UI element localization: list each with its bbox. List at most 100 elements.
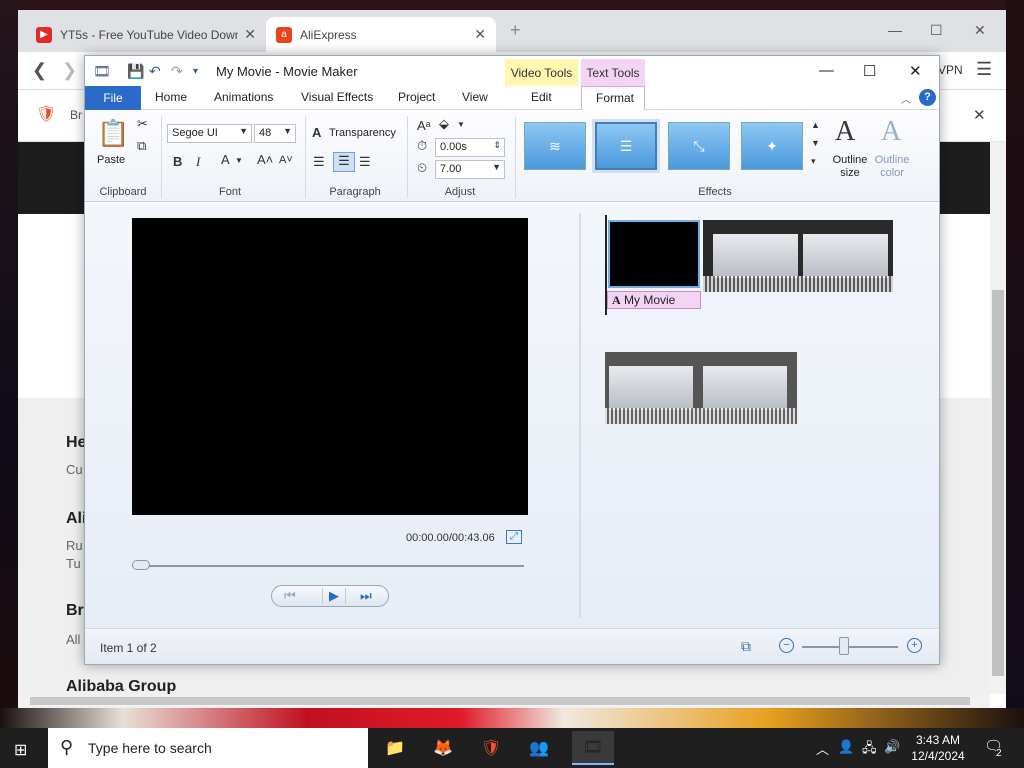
tab-home[interactable]: Home <box>155 90 187 104</box>
video-clip[interactable] <box>605 352 797 424</box>
font-size-select[interactable]: 48 ▼ <box>254 124 296 143</box>
maximize-icon[interactable]: ☐ <box>863 62 876 80</box>
help-icon[interactable]: ? <box>919 89 936 106</box>
spinner-icon[interactable]: ⇕ <box>493 140 501 151</box>
firefox-icon[interactable]: 🦊 <box>428 734 458 762</box>
collapse-ribbon-icon[interactable]: ︿ <box>901 91 911 106</box>
maximize-icon[interactable]: ☐ <box>930 22 943 39</box>
footer-text[interactable]: Cu <box>66 462 83 477</box>
zoom-in-icon[interactable]: + <box>907 638 922 653</box>
user-status-icon[interactable]: 👤 <box>838 739 854 755</box>
zoom-out-icon[interactable]: − <box>779 638 794 653</box>
pane-divider[interactable] <box>579 213 581 618</box>
minimize-icon[interactable]: — <box>888 22 902 38</box>
font-color-button[interactable]: A <box>221 152 230 167</box>
vpn-label[interactable]: VPN <box>938 63 963 77</box>
copy-icon[interactable]: ⧉ <box>137 138 146 154</box>
background-color-icon[interactable]: ⬙ <box>439 116 449 132</box>
close-icon[interactable]: ✕ <box>474 26 486 43</box>
new-tab-icon[interactable]: + <box>510 20 521 41</box>
tab-edit[interactable]: Edit <box>531 90 552 104</box>
previous-frame-icon[interactable]: ⏮ <box>284 588 296 604</box>
network-icon[interactable]: 🖧 <box>862 739 877 761</box>
video-clip[interactable] <box>703 220 893 292</box>
zoom-thumb[interactable] <box>839 637 849 655</box>
zoom-slider[interactable] <box>802 646 898 648</box>
chevron-down-icon[interactable]: ▼ <box>235 156 243 165</box>
tab-visual-effects[interactable]: Visual Effects <box>301 90 373 104</box>
seek-thumb[interactable] <box>132 560 150 570</box>
align-center-icon[interactable]: ☰ <box>333 152 355 172</box>
scroll-up-icon[interactable]: ▲ <box>811 120 820 130</box>
start-time-input[interactable]: 0.00s ⇕ <box>435 138 505 157</box>
movie-maker-taskbar-icon[interactable]: 🎞 <box>572 731 614 765</box>
clock[interactable]: 3:43 AM 12/4/2024 <box>908 732 968 764</box>
footer-text[interactable]: Ru <box>66 538 83 553</box>
effect-thumbnail-0[interactable]: ≋ <box>524 122 586 170</box>
outline-color-icon[interactable]: A <box>881 116 901 148</box>
align-right-icon[interactable]: ☰ <box>359 154 371 170</box>
vertical-scrollbar[interactable] <box>990 142 1006 694</box>
file-explorer-icon[interactable]: 📁 <box>380 734 410 762</box>
grow-font-icon[interactable]: A˄ <box>257 152 273 167</box>
menu-icon[interactable]: ☰ <box>976 59 992 80</box>
transparency-button[interactable]: Transparency <box>329 127 396 139</box>
close-icon[interactable]: ✕ <box>244 26 256 43</box>
scroll-down-icon[interactable]: ▼ <box>811 138 820 148</box>
customize-toolbar-icon[interactable]: ▾ <box>193 66 198 77</box>
browser-tab-aliexpress[interactable]: a AliExpress ✕ <box>266 17 496 52</box>
caption-bar[interactable]: A My Movie <box>607 291 701 309</box>
brave-browser-icon[interactable]: 🛡 <box>476 734 506 762</box>
effect-thumbnail-2[interactable]: ⤡ <box>668 122 730 170</box>
close-window-icon[interactable]: ✕ <box>974 22 986 39</box>
outline-size-icon[interactable]: A <box>835 116 855 148</box>
font-family-select[interactable]: Segoe UI ▼ <box>167 124 252 143</box>
chevron-down-icon[interactable]: ▼ <box>457 120 465 129</box>
minimize-icon[interactable]: — <box>819 62 834 79</box>
footer-text[interactable]: Tu <box>66 556 81 571</box>
tab-format[interactable]: Format <box>581 86 645 111</box>
video-preview[interactable] <box>132 218 528 515</box>
play-icon[interactable]: ▶ <box>322 588 346 604</box>
redo-icon[interactable]: ↷ <box>171 63 183 80</box>
scrollbar-thumb[interactable] <box>30 697 970 705</box>
shrink-font-icon[interactable]: A˅ <box>279 154 293 166</box>
bold-button[interactable]: B <box>173 154 182 169</box>
save-icon[interactable]: 💾 <box>127 63 144 80</box>
show-hidden-icons-icon[interactable]: ︿ <box>816 739 829 758</box>
effect-thumbnail-1[interactable]: ☰ <box>592 119 660 173</box>
tab-project[interactable]: Project <box>398 90 435 104</box>
thumbnail-size-icon[interactable]: ⧉ <box>741 638 751 655</box>
volume-icon[interactable]: 🔊 <box>884 739 900 755</box>
forward-icon[interactable]: ❯ <box>62 60 77 81</box>
italic-button[interactable]: I <box>196 154 200 170</box>
tab-file[interactable]: File <box>85 86 141 110</box>
more-effects-icon[interactable]: ▾ <box>811 156 816 167</box>
effect-thumbnail-3[interactable]: ✦ <box>741 122 803 170</box>
browser-tab-yt5s[interactable]: ▶ YT5s - Free YouTube Video Download ✕ <box>26 17 266 52</box>
windows-start-icon[interactable]: ⊞ <box>14 740 27 760</box>
tab-view[interactable]: View <box>462 90 488 104</box>
people-app-icon[interactable]: 👥 <box>524 734 554 762</box>
horizontal-scrollbar[interactable] <box>18 694 990 708</box>
cut-icon[interactable]: ✂ <box>137 116 148 132</box>
paste-icon[interactable]: 📋 <box>97 118 129 149</box>
undo-icon[interactable]: ↶ <box>149 63 161 80</box>
align-left-icon[interactable]: ☰ <box>313 154 325 170</box>
back-icon[interactable]: ❮ <box>32 60 47 81</box>
tab-animations[interactable]: Animations <box>214 90 273 104</box>
text-effect-icon[interactable]: Aᵃ <box>417 118 431 133</box>
close-icon[interactable]: ✕ <box>909 62 922 80</box>
fullscreen-icon[interactable]: ⤢ <box>506 530 522 544</box>
paste-button[interactable]: Paste <box>97 154 125 166</box>
outline-size-button[interactable]: Outline size <box>829 154 871 180</box>
title-clip[interactable] <box>608 220 700 288</box>
footer-text[interactable]: All <box>66 632 80 647</box>
close-icon[interactable]: ✕ <box>973 106 986 124</box>
seek-bar[interactable] <box>132 565 524 567</box>
duration-select[interactable]: 7.00 ▼ <box>435 160 505 179</box>
taskbar-search[interactable]: ⚲ Type here to search <box>48 728 368 768</box>
scrollbar-thumb[interactable] <box>992 290 1004 676</box>
outline-color-button[interactable]: Outline color <box>871 154 913 180</box>
next-frame-icon[interactable]: ⏭ <box>360 588 372 604</box>
